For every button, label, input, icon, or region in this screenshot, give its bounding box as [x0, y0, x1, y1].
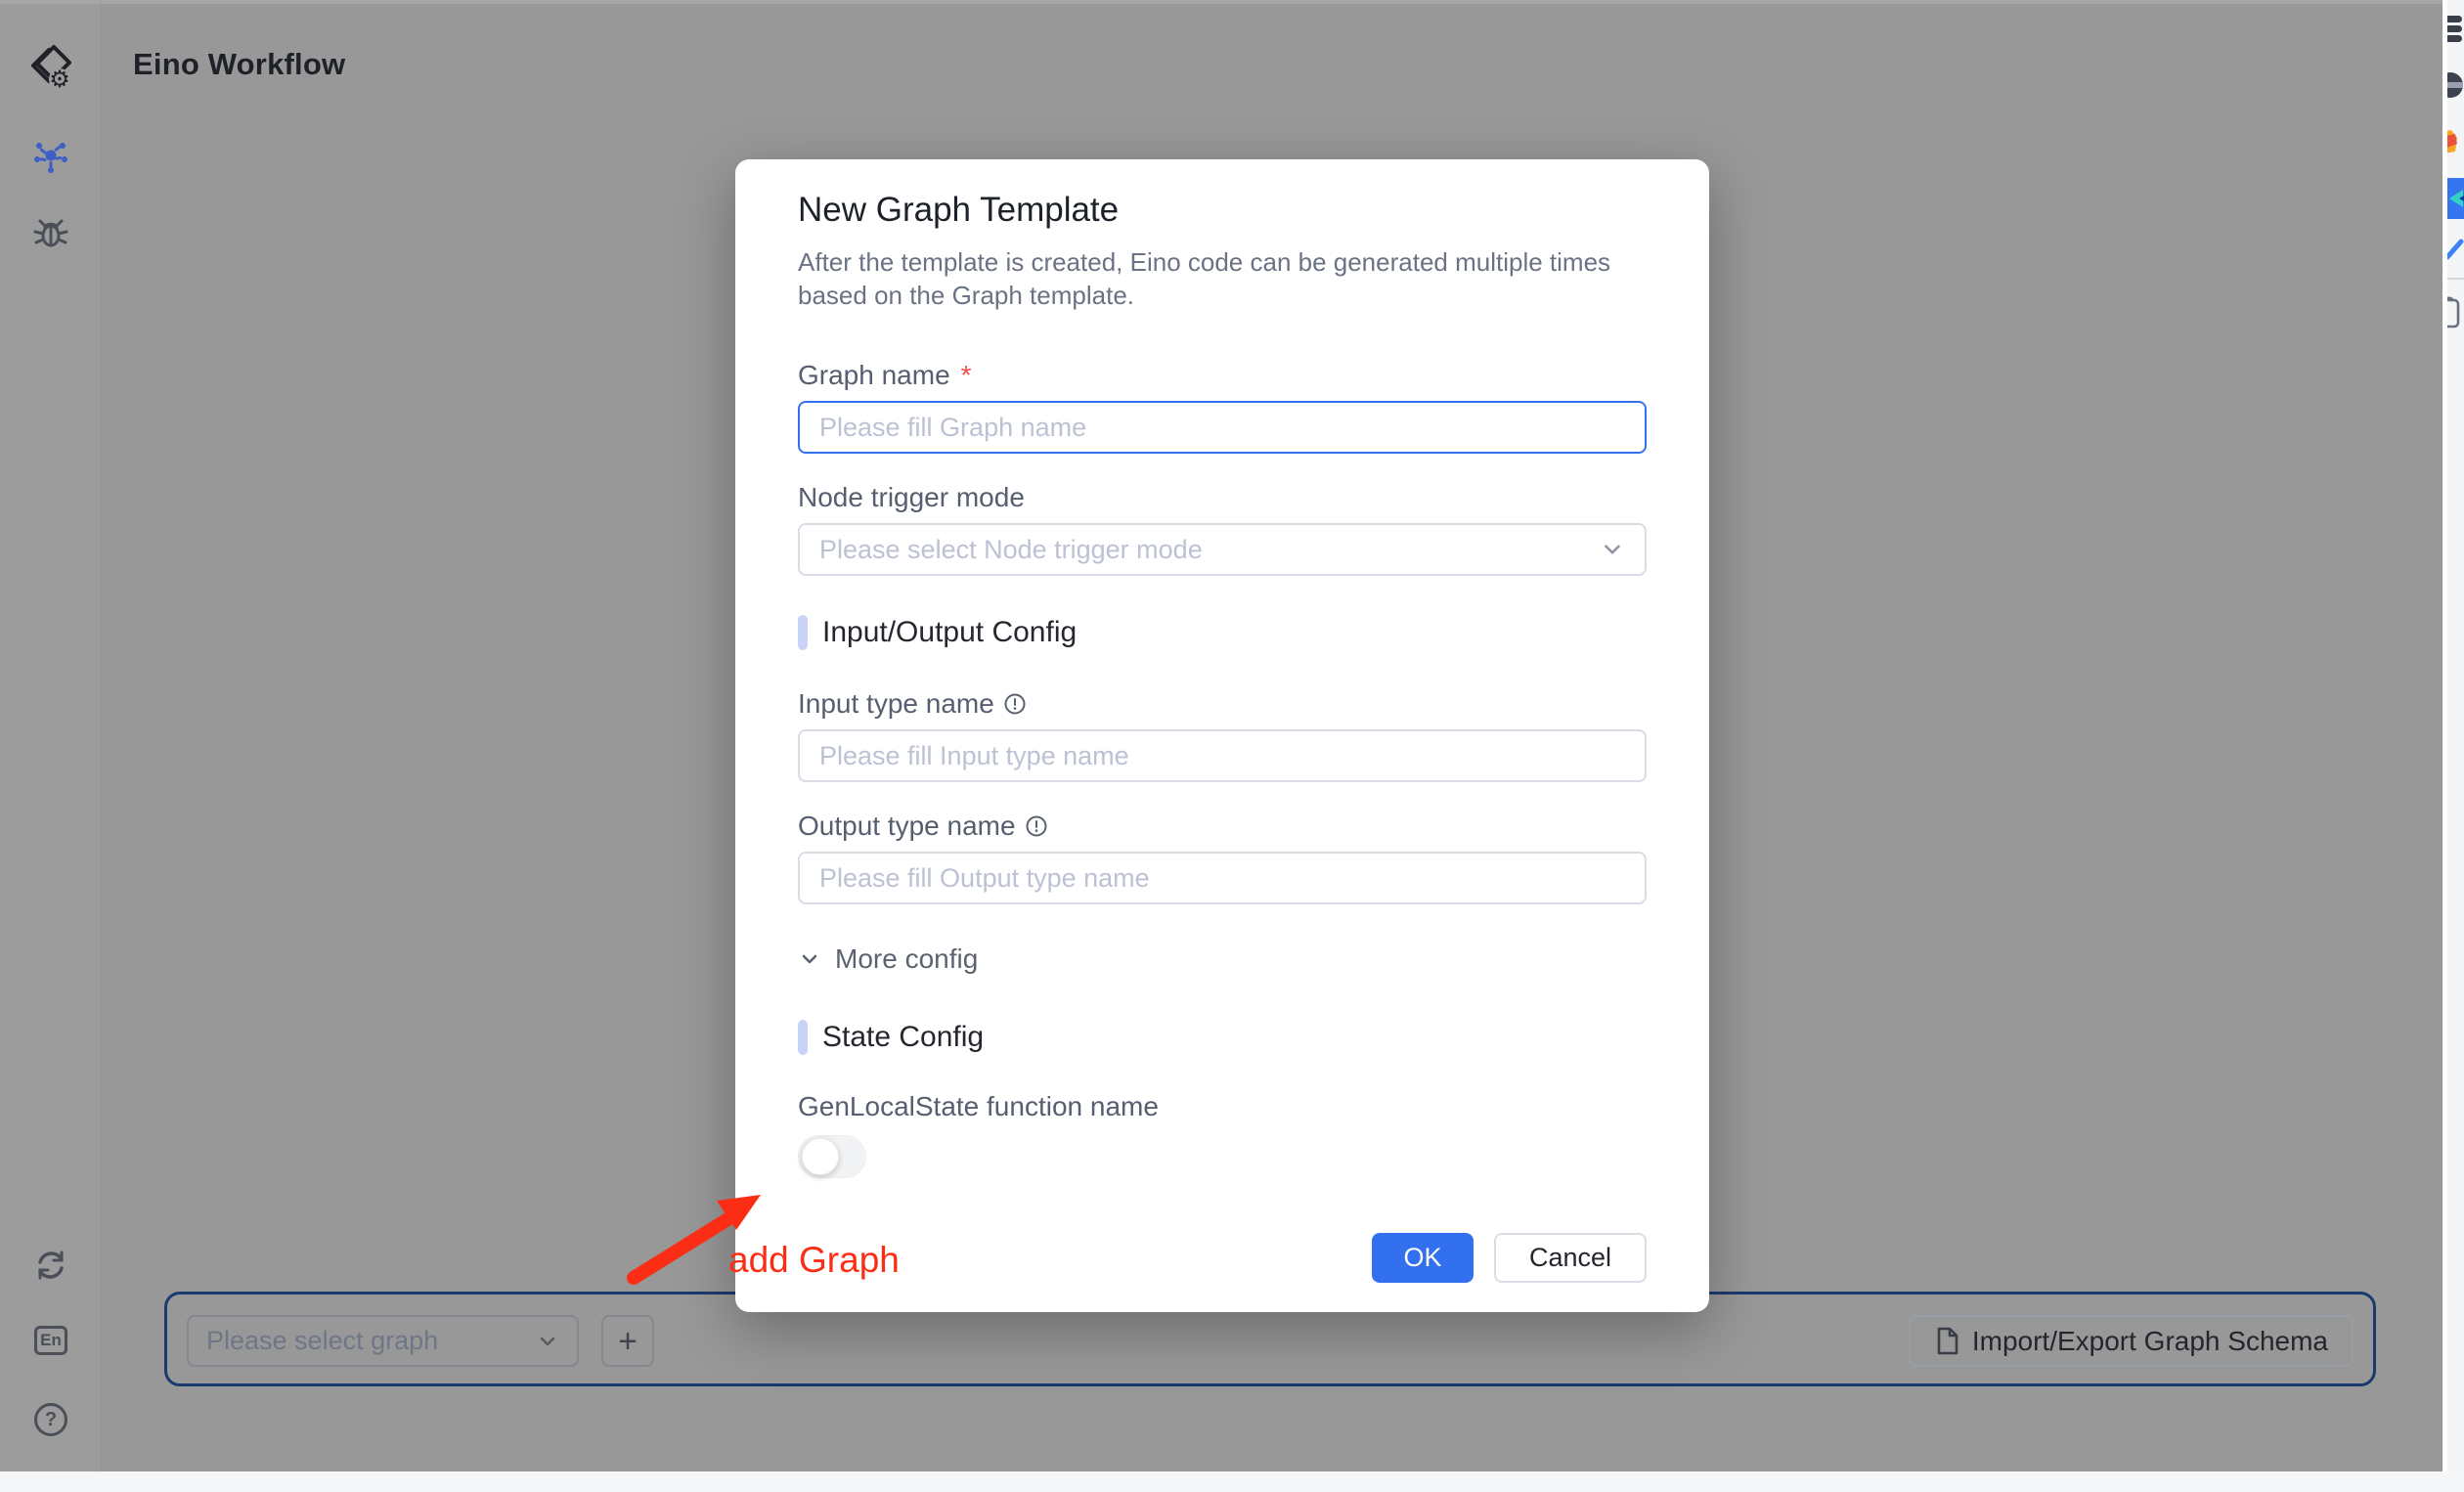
import-export-schema-button[interactable]: Import/Export Graph Schema [1909, 1315, 2354, 1367]
required-asterisk: * [961, 359, 972, 392]
output-type-name-label: Output type name [798, 810, 1647, 843]
graph-name-label: Graph name* [798, 359, 1647, 392]
workflow-graph-icon[interactable] [0, 133, 102, 176]
window-bottom-strip [0, 1471, 2464, 1492]
cancel-button[interactable]: Cancel [1494, 1233, 1647, 1283]
language-icon[interactable]: En [0, 1324, 102, 1357]
divider [2447, 278, 2464, 280]
toggle-knob [802, 1138, 839, 1175]
chevron-down-icon [798, 947, 821, 971]
chevron-down-icon [1600, 537, 1625, 562]
input-type-name-input[interactable] [798, 729, 1647, 782]
io-config-section-header: Input/Output Config [798, 615, 1647, 650]
dialog-description: After the template is created, Eino code… [798, 245, 1647, 312]
more-config-expander[interactable]: More config [798, 943, 1647, 975]
gen-local-state-toggle[interactable] [798, 1135, 866, 1178]
app-title: Eino Workflow [133, 47, 345, 82]
graph-name-input[interactable] [798, 401, 1647, 454]
file-icon [1934, 1326, 1960, 1356]
info-icon[interactable] [1003, 692, 1027, 716]
chevron-down-icon [536, 1330, 559, 1353]
screen: ⚙ [0, 0, 2464, 1492]
state-config-section-title: State Config [822, 1021, 984, 1054]
check-icon[interactable] [2442, 236, 2464, 268]
dialog-form: Graph name* Node trigger mode Please sel… [798, 359, 1647, 1283]
dialog-title: New Graph Template [798, 189, 1647, 232]
node-trigger-mode-select[interactable]: Please select Node trigger mode [798, 523, 1647, 576]
node-trigger-mode-label: Node trigger mode [798, 481, 1647, 514]
refresh-icon[interactable] [0, 1246, 102, 1285]
graph-select-dropdown[interactable]: Please select graph [187, 1315, 579, 1367]
io-config-section-title: Input/Output Config [822, 616, 1077, 649]
more-config-label: More config [835, 943, 978, 975]
info-icon[interactable] [1025, 814, 1048, 838]
new-graph-template-dialog: New Graph Template After the template is… [735, 159, 1709, 1312]
debug-bug-icon[interactable] [0, 211, 102, 254]
section-marker [798, 615, 808, 650]
stack-icon[interactable] [2442, 14, 2464, 50]
state-config-section-header: State Config [798, 1020, 1647, 1055]
blue-app-icon[interactable] [2442, 178, 2464, 224]
clipboard-icon[interactable] [2442, 296, 2461, 334]
svg-text:⚙: ⚙ [49, 66, 70, 93]
eino-logo-icon[interactable]: ⚙ [0, 41, 102, 92]
help-badge-label: ? [34, 1403, 67, 1436]
node-trigger-mode-placeholder: Please select Node trigger mode [819, 535, 1600, 565]
import-export-schema-label: Import/Export Graph Schema [1972, 1326, 2328, 1357]
dialog-footer: OK Cancel [798, 1233, 1647, 1283]
annotation-label: add Graph [728, 1240, 900, 1281]
graph-select-placeholder: Please select graph [206, 1326, 536, 1356]
input-type-name-label: Input type name [798, 687, 1647, 721]
gen-local-state-label: GenLocalState function name [798, 1090, 1647, 1123]
section-marker [798, 1020, 808, 1055]
output-type-name-input[interactable] [798, 852, 1647, 904]
dark-globe-icon[interactable] [2442, 70, 2464, 105]
orange-app-icon[interactable] [2442, 128, 2463, 160]
language-badge-label: En [34, 1326, 67, 1355]
ok-button[interactable]: OK [1372, 1233, 1474, 1283]
add-graph-button[interactable]: + [601, 1315, 654, 1367]
browser-side-strip [2442, 0, 2464, 1471]
sidebar: ⚙ [0, 4, 102, 1471]
help-icon[interactable]: ? [0, 1402, 102, 1437]
